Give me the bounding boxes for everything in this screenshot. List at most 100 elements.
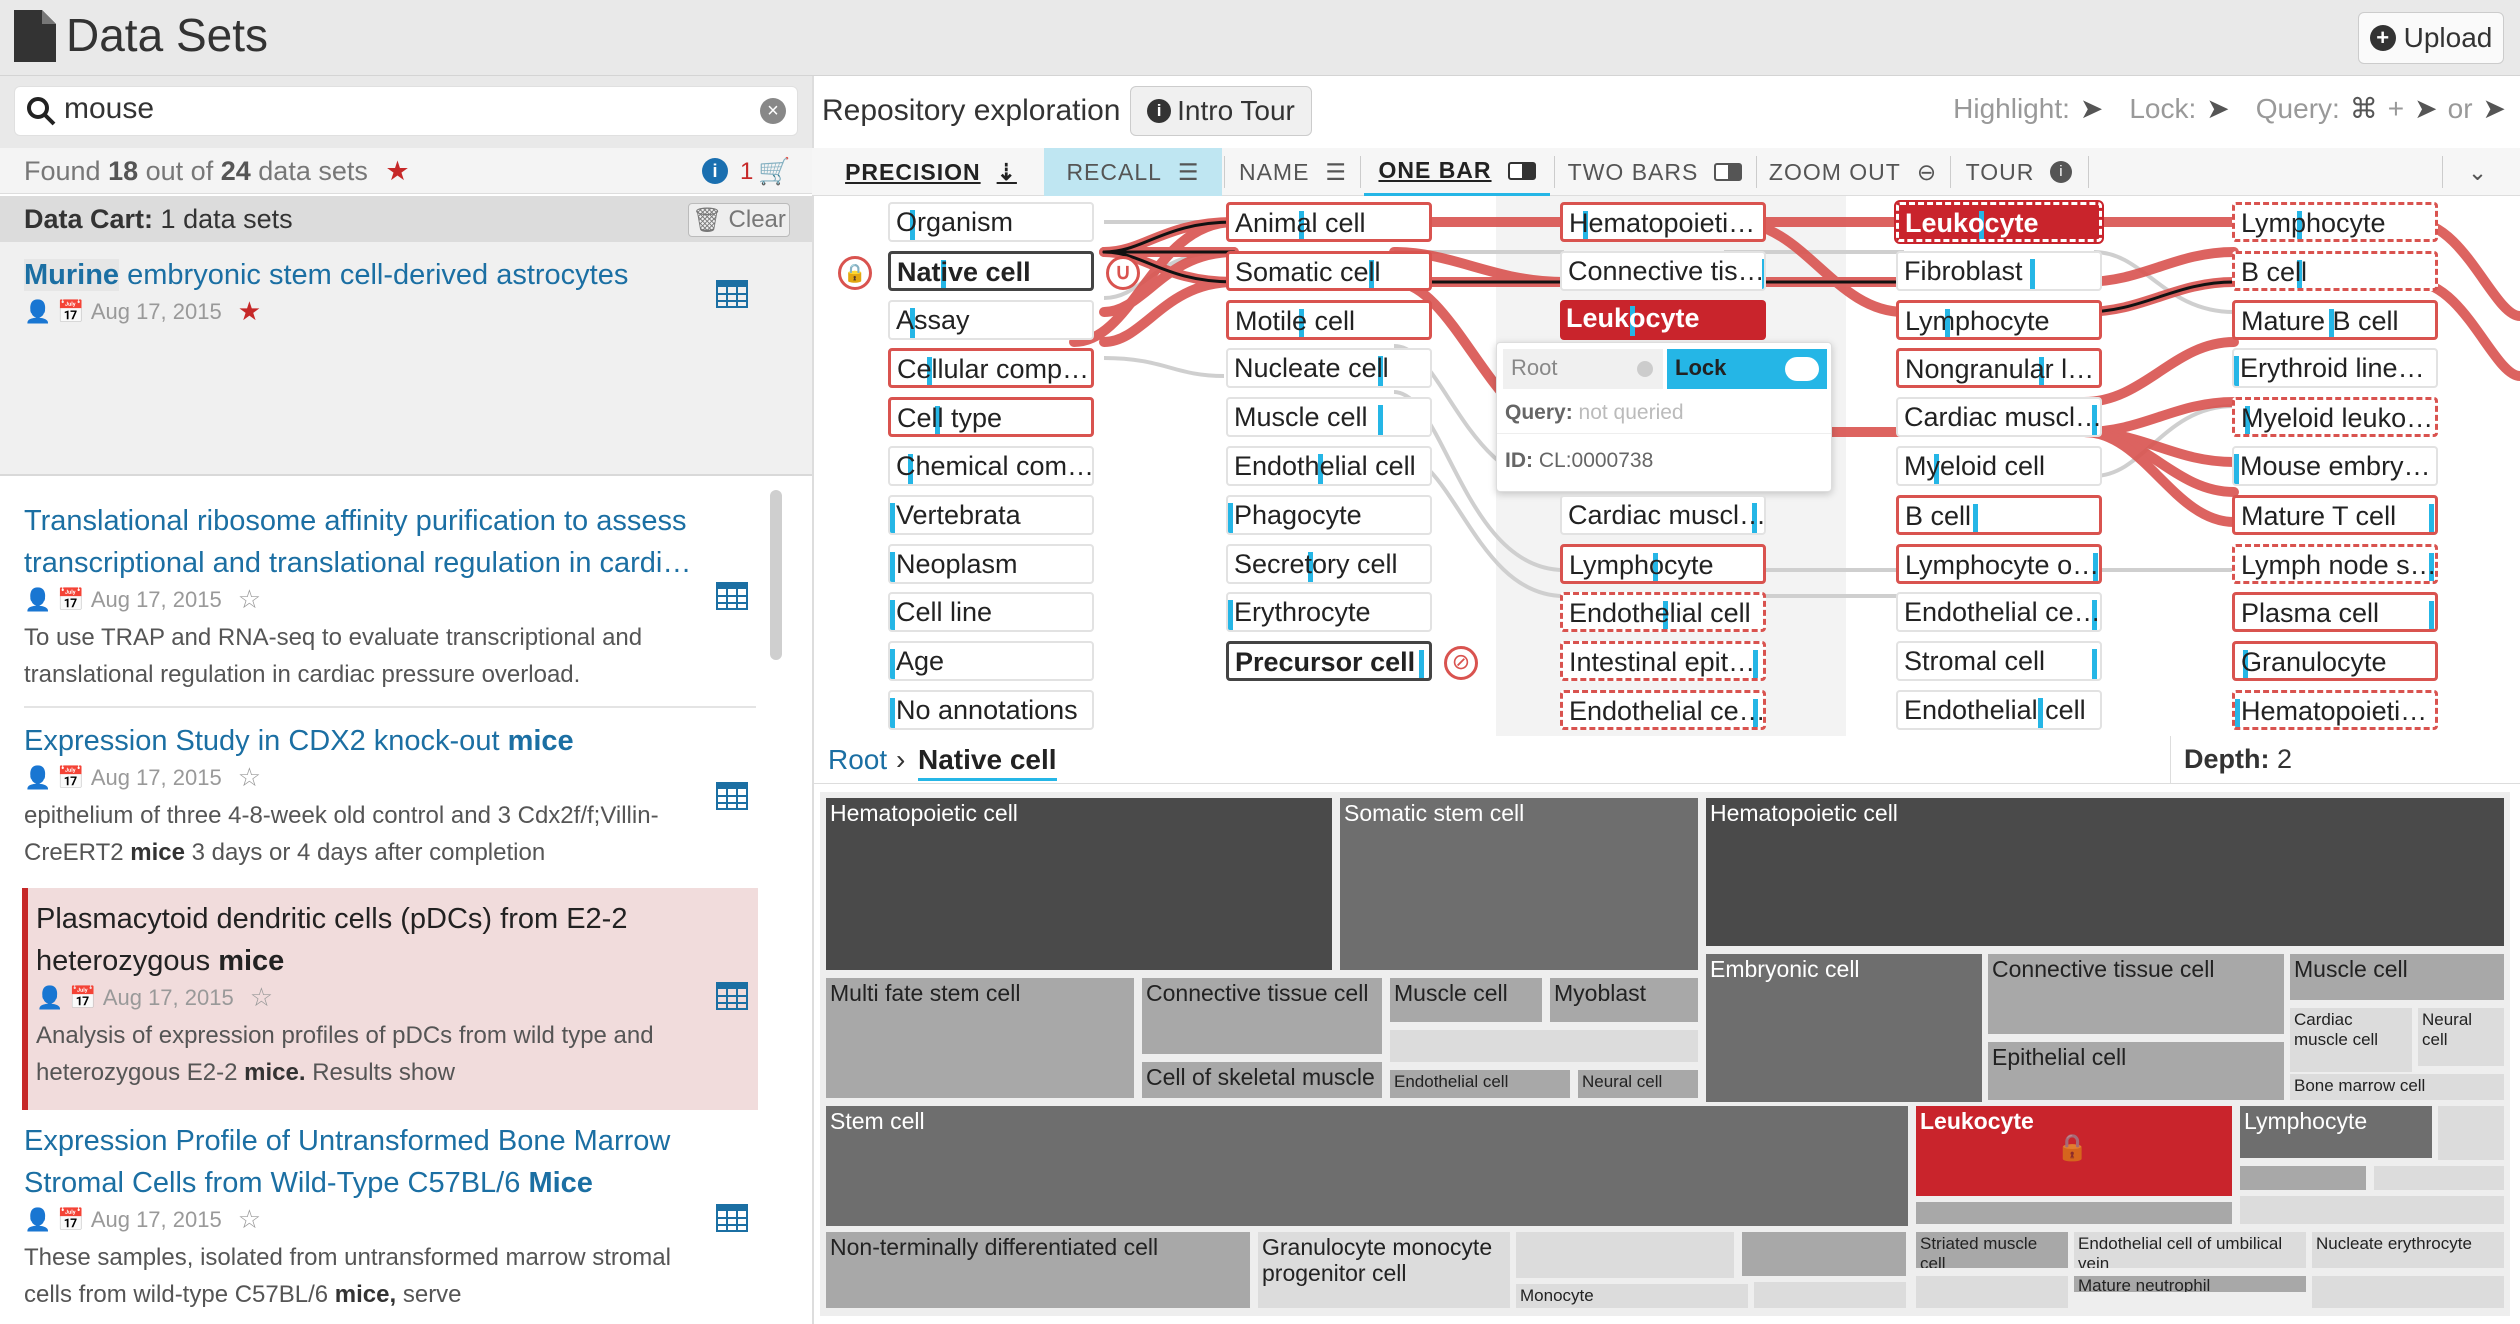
star-empty-icon[interactable]: ☆	[238, 762, 261, 793]
graph-node[interactable]: B cell	[1896, 494, 2102, 535]
treemap-cell[interactable]: Monocyte	[1514, 1282, 1750, 1310]
star-empty-icon[interactable]: ☆	[238, 1204, 261, 1235]
two-bars-toggle[interactable]: TWO BARS	[1560, 148, 1750, 196]
not-query-icon[interactable]: ⊘	[1444, 646, 1478, 680]
graph-node[interactable]: Lymph node s…	[2232, 543, 2438, 584]
treemap-cell[interactable]: Stem cell	[824, 1104, 1910, 1228]
graph-node[interactable]: Endothelial ce…	[1896, 592, 2102, 633]
lock-icon[interactable]: 🔒	[838, 256, 872, 290]
dataset-title[interactable]: Translational ribosome affinity purifica…	[24, 500, 714, 584]
table-icon[interactable]	[716, 982, 748, 1010]
graph-node[interactable]: Chemical com…	[888, 446, 1094, 486]
graph-node[interactable]: Age	[888, 641, 1094, 682]
graph-node[interactable]: Fibroblast	[1896, 250, 2102, 291]
dataset-title[interactable]: Murine embryonic stem cell-derived astro…	[24, 254, 704, 296]
graph-node[interactable]: Lymphocyte	[2232, 202, 2438, 242]
list-item[interactable]: Expression Profile of Untransformed Bone…	[24, 1120, 714, 1313]
treemap-cell[interactable]: Cardiac muscle cell	[2288, 1006, 2414, 1076]
graph-node[interactable]: Precursor cell	[1226, 641, 1432, 682]
list-scrollbar[interactable]	[770, 490, 782, 660]
treemap-cell[interactable]: Hematopoietic cell	[1704, 796, 2506, 948]
graph-node[interactable]: Somatic cell	[1226, 250, 1432, 291]
graph-node[interactable]: Animal cell	[1226, 202, 1432, 242]
graph-node[interactable]: Lymphocyte	[1896, 299, 2102, 340]
treemap-cell[interactable]	[1740, 1230, 1908, 1278]
graph-node[interactable]: Native cell	[888, 250, 1094, 291]
union-icon[interactable]: ∪	[1106, 256, 1140, 290]
dataset-title[interactable]: Plasmacytoid dendritic cells (pDCs) from…	[36, 898, 676, 982]
treemap-cell[interactable]: Striated muscle cell	[1914, 1230, 2070, 1270]
graph-node[interactable]: Lymphocyte	[1560, 543, 1766, 584]
list-item[interactable]: Expression Study in CDX2 knock-out mice …	[24, 720, 714, 871]
graph-node[interactable]: Mature B cell	[2232, 299, 2438, 340]
graph-node[interactable]: Cell type	[888, 397, 1094, 438]
graph-node[interactable]: Cardiac muscl…	[1896, 397, 2102, 438]
graph-node[interactable]: Cardiac muscl…	[1560, 494, 1766, 535]
upload-button[interactable]: + Upload	[2358, 12, 2504, 64]
table-icon[interactable]	[716, 582, 748, 610]
table-icon[interactable]	[716, 782, 748, 810]
intro-tour-button[interactable]: i Intro Tour	[1130, 86, 1312, 136]
graph-node[interactable]: B cell	[2232, 250, 2438, 291]
graph-node[interactable]: Mouse embry…	[2232, 446, 2438, 486]
treemap-cell[interactable]: Embryonic cell	[1704, 952, 1984, 1104]
treemap-cell[interactable]: Multi fate stem cell	[824, 976, 1136, 1100]
treemap-cell[interactable]	[1914, 1200, 2234, 1226]
list-item[interactable]: Murine embryonic stem cell-derived astro…	[24, 254, 704, 327]
graph-node[interactable]: No annotations	[888, 690, 1094, 730]
treemap-cell[interactable]	[1514, 1230, 1736, 1280]
graph-node[interactable]: Nongranular l…	[1896, 348, 2102, 389]
graph-node[interactable]: Vertebrata	[888, 494, 1094, 535]
treemap-cell[interactable]: Bone marrow cell	[2288, 1072, 2506, 1102]
chevron-down-icon[interactable]: ⌄	[2448, 148, 2508, 196]
treemap-cell[interactable]	[1914, 1274, 2070, 1310]
list-item[interactable]: Translational ribosome affinity purifica…	[24, 500, 714, 693]
graph-node[interactable]: Nucleate cell	[1226, 348, 1432, 389]
graph-node[interactable]: Hematopoieti…	[1560, 202, 1766, 242]
graph-node[interactable]: Muscle cell	[1226, 397, 1432, 438]
zoom-out-button[interactable]: ZOOM OUT ⊖	[1760, 148, 1946, 196]
graph-node[interactable]: Intestinal epit…	[1560, 641, 1766, 682]
treemap-cell[interactable]	[1388, 1028, 1700, 1064]
name-sort-button[interactable]: NAME ☰	[1228, 148, 1358, 196]
one-bar-toggle[interactable]: ONE BAR	[1364, 148, 1550, 196]
treemap-cell-selected[interactable]: Leukocyte 🔒	[1914, 1104, 2234, 1198]
graph-node[interactable]: Endothelial cell	[1226, 446, 1432, 486]
graph-node[interactable]: Leukocyte	[1894, 200, 2104, 244]
graph-node[interactable]: Plasma cell	[2232, 592, 2438, 633]
graph-node[interactable]: Erythroid line…	[2232, 348, 2438, 389]
treemap-cell[interactable]	[2238, 1164, 2368, 1192]
treemap-cell[interactable]: Muscle cell	[1388, 976, 1544, 1024]
clear-search-icon[interactable]: ×	[760, 98, 786, 124]
graph-node[interactable]: Leukocyte	[1560, 299, 1766, 340]
graph-node[interactable]: Erythrocyte	[1226, 592, 1432, 633]
treemap-cell[interactable]: Non-terminally differentiated cell	[824, 1230, 1252, 1310]
treemap-cell[interactable]: Myoblast	[1548, 976, 1700, 1024]
table-icon[interactable]	[716, 280, 748, 308]
popup-root-toggle[interactable]: Root	[1503, 349, 1663, 389]
treemap-cell[interactable]	[2238, 1194, 2506, 1226]
graph-node[interactable]: Assay	[888, 299, 1094, 340]
graph-node[interactable]: Endothelial ce…	[1560, 690, 1766, 730]
treemap-cell[interactable]: Granulocyte monocyte progenitor cell	[1256, 1230, 1512, 1310]
graph-node[interactable]: Secretory cell	[1226, 543, 1432, 584]
graph-node[interactable]: Lymphocyte o…	[1896, 543, 2102, 584]
dataset-title[interactable]: Expression Study in CDX2 knock-out mice	[24, 720, 714, 762]
treemap-cell[interactable]: Lymphocyte	[2238, 1104, 2434, 1160]
graph-node[interactable]: Phagocyte	[1226, 494, 1432, 535]
recall-sort-button[interactable]: RECALL ☰	[1044, 148, 1222, 196]
treemap-cell[interactable]: Epithelial cell	[1986, 1040, 2286, 1102]
dataset-title[interactable]: Expression Profile of Untransformed Bone…	[24, 1120, 714, 1204]
treemap-cell[interactable]: Connective tissue cell	[1140, 976, 1384, 1056]
graph-node[interactable]: Neoplasm	[888, 543, 1094, 584]
precision-sort-button[interactable]: PRECISION ⇣	[822, 148, 1040, 196]
tour-button[interactable]: TOUR i	[1954, 148, 2084, 196]
graph-node[interactable]: Stromal cell	[1896, 641, 2102, 682]
treemap-cell[interactable]	[2436, 1104, 2506, 1162]
treemap-cell[interactable]	[2310, 1274, 2506, 1310]
treemap-cell[interactable]: Connective tissue cell	[1986, 952, 2286, 1036]
treemap-cell[interactable]: Neural cell	[2416, 1006, 2506, 1068]
graph-node[interactable]: Myeloid cell	[1896, 446, 2102, 486]
table-icon[interactable]	[716, 1204, 748, 1232]
treemap-cell[interactable]: Endothelial cell of umbilical vein	[2072, 1230, 2308, 1270]
